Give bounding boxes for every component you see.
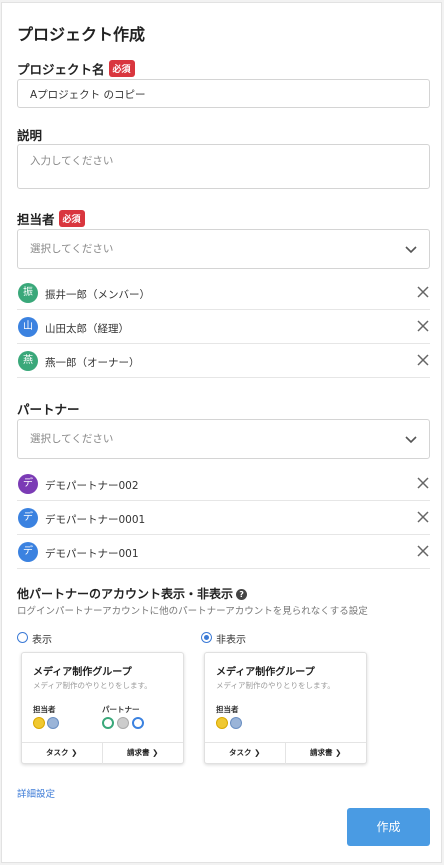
avatar — [33, 717, 45, 729]
remove-member-icon[interactable] — [417, 477, 429, 489]
remove-member-icon[interactable] — [417, 511, 429, 523]
chevron-down-icon — [405, 246, 417, 254]
help-icon[interactable]: ? — [236, 589, 248, 600]
partner-select[interactable]: 選択してください — [17, 419, 430, 459]
member-name: デモパートナー001 — [45, 548, 139, 560]
required-badge: 必須 — [58, 210, 85, 227]
avatar: 山 — [18, 317, 38, 337]
partner-label: パートナー — [17, 402, 80, 417]
partner-select-placeholder: 選択してください — [30, 433, 114, 445]
description-textarea[interactable]: 入力してください — [17, 144, 430, 189]
remove-member-icon[interactable] — [417, 286, 429, 298]
avatar: デ — [18, 542, 38, 562]
member-name: デモパートナー0001 — [45, 514, 146, 526]
card-assignee-label: 担当者 — [216, 705, 239, 714]
card-title: メディア制作グループ — [216, 667, 315, 678]
avatar — [216, 717, 228, 729]
avatar — [132, 717, 144, 729]
invoice-link: 請求書 ❯ — [310, 748, 342, 757]
card-description: メディア制作のやりとりをします。 — [216, 681, 335, 690]
card-footer: タスク ❯ 請求書 ❯ — [22, 742, 183, 764]
radio-hide-label[interactable]: 非表示 — [216, 631, 246, 646]
visibility-title: 他パートナーのアカウント表示・非表示? — [17, 585, 248, 602]
assignee-select[interactable]: 選択してください — [17, 229, 430, 269]
card-partner-label: パートナー — [102, 705, 140, 714]
visibility-title-text: 他パートナーのアカウント表示・非表示 — [17, 587, 234, 601]
task-link: タスク ❯ — [22, 743, 103, 764]
avatar — [117, 717, 129, 729]
card-title: メディア制作グループ — [33, 667, 132, 678]
remove-member-icon[interactable] — [417, 320, 429, 332]
card-assignee-label: 担当者 — [33, 705, 56, 714]
required-badge: 必須 — [108, 60, 135, 77]
remove-member-icon[interactable] — [417, 545, 429, 557]
page-title: プロジェクト作成 — [17, 25, 146, 44]
member-name: 振井一郎（メンバー） — [45, 289, 150, 301]
assignee-label: 担当者 必須 — [17, 209, 85, 228]
assignee-member-row: 山 山田太郎（経理） — [17, 310, 430, 344]
partner-member-row: デ デモパートナー0001 — [17, 501, 430, 535]
member-name: 山田太郎（経理） — [45, 323, 129, 335]
visibility-description: ログインパートナーアカウントに他のパートナーアカウントを見られなくする設定 — [17, 606, 368, 617]
partner-member-row: デ デモパートナー002 — [17, 467, 430, 501]
avatar — [47, 717, 59, 729]
project-name-label-text: プロジェクト名 — [17, 62, 105, 77]
assignee-select-placeholder: 選択してください — [30, 243, 114, 255]
create-button[interactable]: 作成 — [347, 808, 430, 846]
remove-member-icon[interactable] — [417, 354, 429, 366]
card-footer: タスク ❯ 請求書 ❯ — [205, 742, 366, 764]
member-name: デモパートナー002 — [45, 480, 139, 492]
project-name-label: プロジェクト名 必須 — [17, 59, 135, 78]
avatar — [230, 717, 242, 729]
project-name-input[interactable]: Aプロジェクト のコピー — [17, 79, 430, 108]
avatar — [102, 717, 114, 729]
assignee-label-text: 担当者 — [17, 212, 55, 227]
card-description: メディア制作のやりとりをします。 — [33, 681, 152, 690]
partner-member-row: デ デモパートナー001 — [17, 535, 430, 569]
avatar: デ — [18, 508, 38, 528]
chevron-down-icon — [405, 436, 417, 444]
radio-show-label[interactable]: 表示 — [32, 631, 52, 646]
radio-show[interactable] — [17, 632, 28, 643]
task-link: タスク ❯ — [205, 743, 286, 764]
radio-hide[interactable] — [201, 632, 212, 643]
assignee-member-row: 振 振井一郎（メンバー） — [17, 276, 430, 310]
avatar: 振 — [18, 283, 38, 303]
preview-card-hide: メディア制作グループ メディア制作のやりとりをします。 担当者 タスク ❯ 請求… — [204, 652, 367, 764]
avatar: 燕 — [18, 351, 38, 371]
description-label: 説明 — [17, 128, 43, 143]
member-name: 燕一郎（オーナー） — [45, 357, 140, 369]
assignee-member-row: 燕 燕一郎（オーナー） — [17, 344, 430, 378]
preview-card-show: メディア制作グループ メディア制作のやりとりをします。 担当者 パートナー タス… — [21, 652, 184, 764]
invoice-link: 請求書 ❯ — [127, 748, 159, 757]
avatar: デ — [18, 474, 38, 494]
advanced-settings-link[interactable]: 詳細設定 — [17, 786, 55, 800]
